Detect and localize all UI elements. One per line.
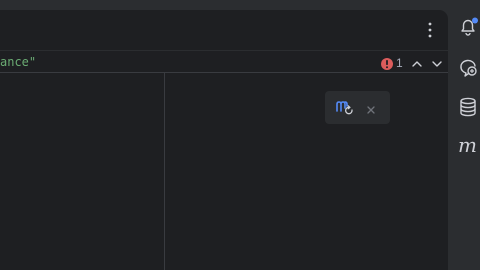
maven-icon[interactable]: m (458, 133, 477, 157)
database-icon[interactable] (457, 96, 479, 118)
notifications-bell-icon[interactable] (457, 16, 479, 38)
split-divider[interactable] (164, 73, 165, 270)
chevron-down-icon[interactable] (430, 56, 444, 70)
ai-assistant-icon[interactable] (457, 56, 479, 78)
maven-reload-popup (325, 91, 390, 124)
close-icon[interactable] (365, 101, 377, 114)
code-line[interactable]: ance" 1 (0, 51, 448, 73)
error-icon (380, 56, 394, 70)
maven-reload-icon[interactable] (335, 99, 355, 117)
code-string-fragment: ance" (0, 55, 37, 69)
chevron-up-icon[interactable] (410, 56, 424, 70)
editor-tab-bar (0, 10, 448, 51)
horizontal-divider (0, 72, 448, 73)
error-count: 1 (396, 56, 403, 70)
editor-panel: ance" 1 (0, 10, 448, 270)
right-tool-window-bar: m (449, 0, 480, 270)
more-options-icon[interactable] (422, 20, 438, 40)
